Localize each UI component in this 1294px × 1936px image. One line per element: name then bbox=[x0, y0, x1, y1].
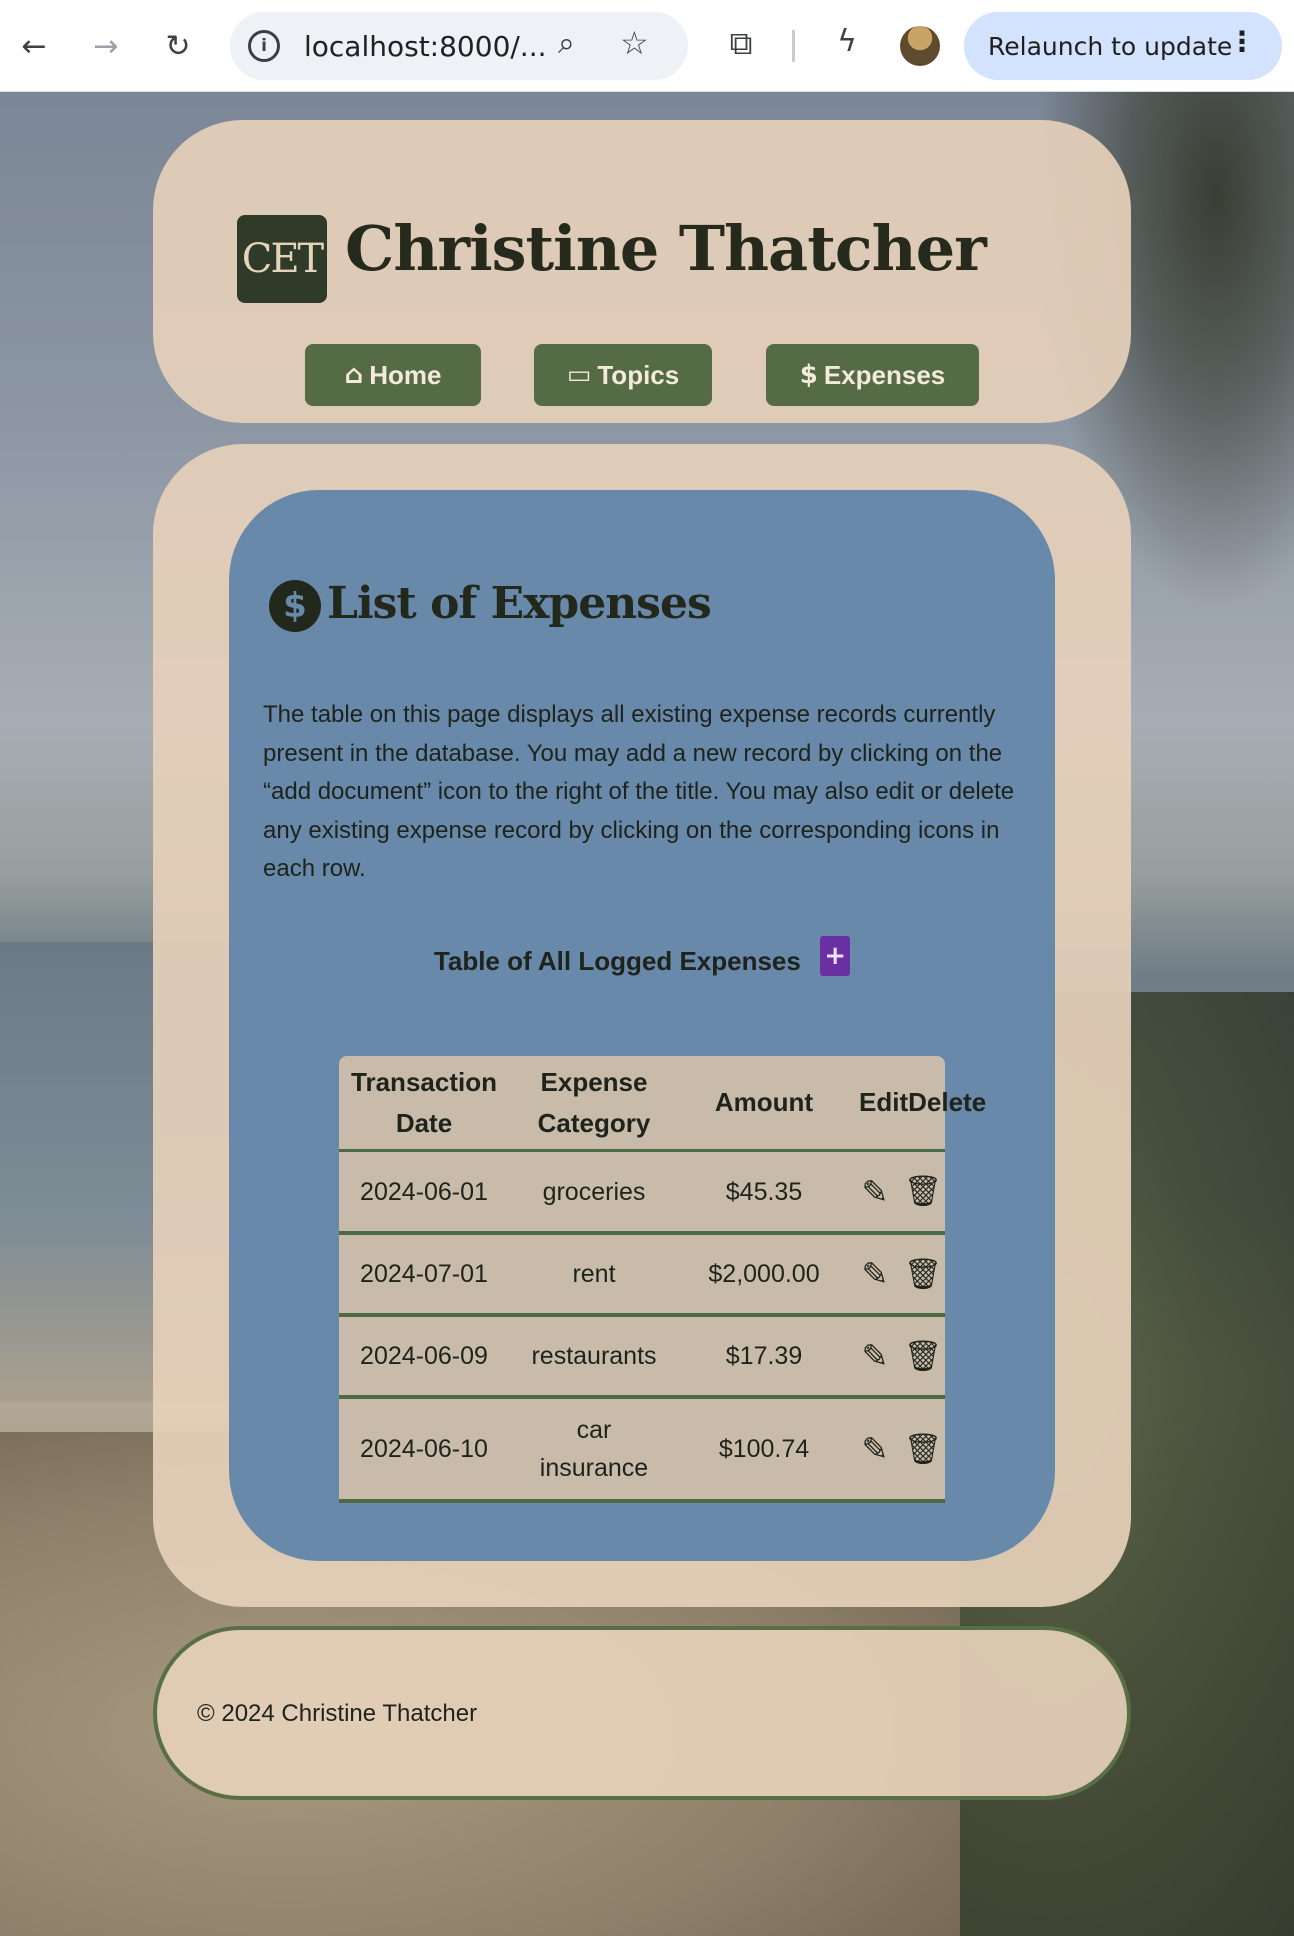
cell-category: car insurance bbox=[539, 1416, 649, 1482]
expenses-table: Transaction Date Expense Category Amount… bbox=[339, 1056, 986, 1503]
column-header-category: Expense Category bbox=[537, 1066, 651, 1138]
cell-category: restaurants bbox=[531, 1342, 657, 1370]
site-title: Christine Thatcher bbox=[345, 212, 987, 285]
cell-date: 2024-07-01 bbox=[360, 1260, 488, 1288]
cell-date: 2024-06-01 bbox=[360, 1177, 488, 1206]
nav-topics-link[interactable]: ▭ Topics bbox=[534, 344, 712, 406]
nav-expenses-label: Expenses bbox=[823, 359, 946, 390]
column-header-amount: Amount bbox=[714, 1087, 814, 1117]
table-row: 2024-06-01 groceries $45.35 ✎ 🗑 bbox=[339, 1152, 945, 1235]
cell-amount: $17.39 bbox=[725, 1342, 803, 1370]
dollar-circle-icon: $ bbox=[799, 360, 818, 390]
nav-home-label: Home bbox=[369, 359, 442, 390]
delete-button[interactable]: 🗑 bbox=[901, 1174, 945, 1209]
table-caption-text: Table of All Logged Expenses bbox=[433, 946, 801, 976]
intro-paragraph: The table on this page displays all exis… bbox=[263, 701, 1015, 882]
column-header-edit-delete: Edit Delete bbox=[849, 1082, 986, 1123]
table-row: 2024-06-09 restaurants $17.39 ✎ 🗑 bbox=[339, 1317, 945, 1399]
back-arrow-icon[interactable]: ← bbox=[10, 22, 58, 70]
pencil-icon: ✎ bbox=[861, 1337, 889, 1375]
delete-button[interactable]: 🗑 bbox=[901, 1339, 945, 1374]
address-bar[interactable]: i localhost:8000/... ⌕ ☆ bbox=[230, 12, 688, 80]
site-header: CET Christine Thatcher ⌂ Home ▭ Topics $… bbox=[153, 120, 1131, 423]
more-menu-icon[interactable]: ⋮ bbox=[1228, 28, 1256, 56]
profile-avatar[interactable] bbox=[900, 26, 940, 66]
edit-button[interactable]: ✎ bbox=[849, 1173, 901, 1211]
pencil-icon: ✎ bbox=[861, 1172, 889, 1211]
page-title: List of Expenses bbox=[327, 578, 712, 629]
trash-icon: 🗑 bbox=[903, 1256, 943, 1292]
cell-category: groceries bbox=[542, 1177, 646, 1206]
edit-button[interactable]: ✎ bbox=[849, 1430, 901, 1468]
site-logo[interactable]: CET bbox=[237, 215, 327, 303]
table-row: 2024-06-10 car insurance $100.74 ✎ 🗑 bbox=[339, 1399, 945, 1503]
pencil-icon: ✎ bbox=[861, 1430, 889, 1468]
edit-button[interactable]: ✎ bbox=[849, 1337, 901, 1375]
nav-topics-label: Topics bbox=[597, 359, 680, 390]
pencil-icon: ✎ bbox=[861, 1255, 889, 1293]
column-header-delete: Delete bbox=[908, 1087, 987, 1117]
performance-icon[interactable]: ϟ bbox=[824, 24, 870, 70]
relaunch-button[interactable]: Relaunch to update ⋮ bbox=[964, 12, 1282, 80]
delete-button[interactable]: 🗑 bbox=[901, 1257, 945, 1292]
copyright-text: © 2024 Christine Thatcher bbox=[197, 1700, 478, 1727]
home-icon: ⌂ bbox=[344, 360, 364, 390]
main-content: $ List of Expenses The table on this pag… bbox=[153, 444, 1131, 1607]
dollar-circle-icon: $ bbox=[269, 580, 321, 632]
cell-amount: $2,000.00 bbox=[708, 1260, 820, 1288]
site-footer: © 2024 Christine Thatcher bbox=[153, 1626, 1131, 1800]
reload-icon[interactable]: ↻ bbox=[154, 22, 202, 70]
zoom-icon[interactable]: ⌕ bbox=[558, 26, 575, 61]
bookmark-star-icon[interactable]: ☆ bbox=[620, 24, 649, 62]
column-header-date: Transaction Date bbox=[351, 1066, 497, 1138]
cell-amount: $100.74 bbox=[718, 1435, 810, 1463]
trash-icon: 🗑 bbox=[903, 1338, 943, 1374]
browser-toolbar: ← → ↻ i localhost:8000/... ⌕ ☆ ⧉ ϟ Relau… bbox=[0, 0, 1294, 92]
cell-amount: $45.35 bbox=[725, 1177, 803, 1206]
url-text[interactable]: localhost:8000/... bbox=[304, 30, 547, 63]
table-row: 2024-07-01 rent $2,000.00 ✎ 🗑 bbox=[339, 1235, 945, 1317]
add-document-icon[interactable]: + bbox=[820, 936, 851, 977]
nav-home-link[interactable]: ⌂ Home bbox=[305, 344, 481, 406]
cell-date: 2024-06-09 bbox=[360, 1342, 488, 1370]
monitor-icon: ▭ bbox=[566, 360, 592, 390]
trash-icon: 🗑 bbox=[903, 1431, 943, 1467]
delete-button[interactable]: 🗑 bbox=[901, 1432, 945, 1467]
nav-expenses-link[interactable]: $ Expenses bbox=[766, 344, 979, 406]
trash-icon: 🗑 bbox=[903, 1174, 943, 1209]
site-info-icon[interactable]: i bbox=[248, 30, 280, 62]
toolbar-divider bbox=[792, 30, 795, 62]
cell-category: rent bbox=[572, 1260, 616, 1288]
relaunch-label: Relaunch to update bbox=[988, 31, 1233, 61]
cell-date: 2024-06-10 bbox=[360, 1435, 488, 1463]
edit-button[interactable]: ✎ bbox=[849, 1255, 901, 1293]
table-header-row: Transaction Date Expense Category Amount… bbox=[339, 1056, 986, 1152]
extensions-puzzle-icon[interactable]: ⧉ bbox=[718, 24, 764, 70]
table-caption: Table of All Logged Expenses + bbox=[229, 936, 1055, 977]
column-header-edit: Edit bbox=[859, 1087, 909, 1117]
forward-arrow-icon[interactable]: → bbox=[82, 22, 130, 70]
expenses-card: $ List of Expenses The table on this pag… bbox=[229, 490, 1055, 1561]
